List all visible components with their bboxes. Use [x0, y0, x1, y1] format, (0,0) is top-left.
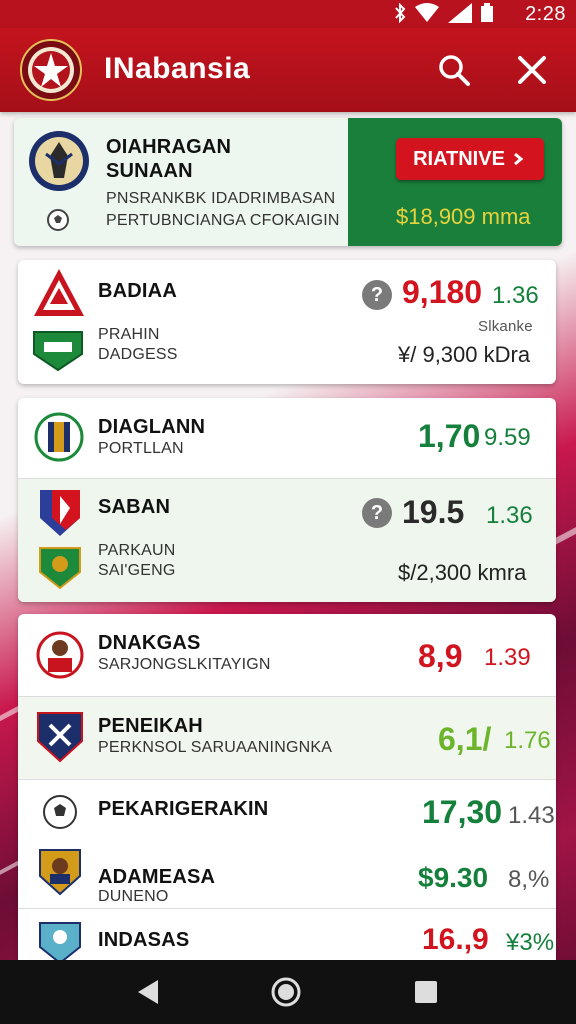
odd-main[interactable]: 6,1/	[438, 721, 491, 758]
status-bar: 2:28	[0, 0, 576, 28]
team-name: PARKAUN	[98, 542, 176, 559]
list-item[interactable]: DNAKGAS SARJONGSLKITAYIGN 8,9 1.39	[18, 614, 556, 696]
featured-prize: $18,909 mma	[396, 204, 531, 229]
odd-secondary[interactable]: 1.76	[504, 727, 551, 755]
odd-secondary[interactable]: 1.36	[486, 502, 533, 530]
question-icon[interactable]: ?	[362, 280, 392, 310]
signal-icon	[448, 3, 472, 23]
team-crest	[34, 269, 84, 316]
odd-secondary[interactable]: 1.43	[508, 802, 555, 830]
featured-desc-line2: PERTUBNCIANGA CFOKAIGIN	[106, 212, 340, 229]
app-bar: INabansia	[0, 28, 576, 112]
team-crest	[37, 712, 83, 763]
app-logo	[20, 39, 82, 101]
featured-team-line1: OIAHRAGAN	[106, 136, 232, 158]
team-crest	[33, 331, 83, 372]
navigation-bar	[0, 960, 576, 1024]
team-crest	[29, 131, 89, 191]
search-icon[interactable]	[436, 52, 472, 88]
wifi-icon	[415, 3, 439, 22]
featured-desc-line1: PNSRANKBK IDADRIMBASAN	[106, 190, 336, 207]
status-icons	[394, 3, 494, 23]
odds-list: DNAKGAS SARJONGSLKITAYIGN 8,9 1.39 PENEI…	[18, 614, 556, 974]
recents-icon[interactable]	[414, 980, 438, 1004]
row-divider	[18, 478, 556, 479]
team-subtitle: PORTLLAN	[98, 440, 184, 457]
team-crest	[39, 849, 81, 896]
odd-main[interactable]: 19.5	[402, 494, 464, 531]
market-label: Slkanke	[478, 318, 533, 335]
team-crest	[40, 490, 80, 536]
odd-secondary[interactable]: 8,%	[508, 866, 549, 894]
odd-secondary[interactable]: 9.59	[484, 424, 531, 452]
question-icon[interactable]: ?	[362, 498, 392, 528]
featured-action-panel: RIATNIVE $18,909 mma	[348, 118, 562, 246]
back-icon[interactable]	[134, 978, 162, 1006]
team-name: PENEIKAH	[98, 715, 203, 737]
featured-card[interactable]: OIAHRAGAN SUNAAN PNSRANKBK IDADRIMBASAN …	[14, 118, 562, 246]
list-item[interactable]: PENEIKAH PERKNSOL SARUAANINGNKA 6,1/ 1.7…	[18, 697, 556, 779]
featured-action-button[interactable]: RIATNIVE	[396, 138, 544, 180]
odd-main[interactable]: 17,30	[422, 794, 502, 831]
team-subtitle: DUNENO	[98, 888, 169, 905]
battery-icon	[481, 3, 493, 22]
close-icon[interactable]	[514, 52, 550, 88]
odd-main[interactable]: 9,180	[402, 274, 482, 311]
ball-icon	[43, 795, 77, 829]
team-crest	[36, 631, 84, 679]
home-icon[interactable]	[270, 976, 302, 1008]
team-subtitle: SARJONGSLKITAYIGN	[98, 656, 271, 673]
team-crest	[39, 547, 81, 590]
team-subtitle: SAI'GENG	[98, 562, 176, 579]
odd-main[interactable]: 1,70	[418, 418, 480, 455]
chevron-right-icon	[513, 152, 524, 166]
odd-main[interactable]: $9.30	[418, 862, 488, 894]
team-name: INDASAS	[98, 929, 190, 951]
team-name: PEKARIGERAKIN	[98, 798, 269, 820]
odd-main[interactable]: 8,9	[418, 638, 462, 675]
stake-amount: ¥/ 9,300 kDra	[398, 342, 531, 367]
stake-amount: $/2,300 kmra	[398, 560, 527, 585]
team-name: DIAGLANN	[98, 416, 206, 438]
team-name: SABAN	[98, 496, 171, 518]
app-title: INabansia	[104, 52, 251, 85]
odd-main[interactable]: 16.,9	[422, 923, 489, 957]
odd-secondary[interactable]: 1.39	[484, 644, 531, 672]
odd-secondary[interactable]: 1.36	[492, 282, 539, 310]
ball-icon	[47, 209, 69, 231]
team-name: BADIAA	[98, 280, 177, 302]
team-subtitle: DADGESS	[98, 346, 178, 363]
team-crest	[39, 922, 81, 965]
list-item[interactable]: PEKARIGERAKIN 17,30 1.43 ADAMEASA DUNENO…	[18, 780, 556, 908]
team-name: DNAKGAS	[98, 632, 201, 654]
team-crest	[34, 412, 84, 462]
bluetooth-icon	[395, 3, 406, 23]
featured-action-label: RIATNIVE	[413, 147, 505, 170]
team-name: ADAMEASA	[98, 866, 216, 888]
odd-secondary[interactable]: ¥3%	[506, 929, 554, 957]
team-name: PRAHIN	[98, 326, 160, 343]
team-subtitle: PERKNSOL SARUAANINGNKA	[98, 739, 333, 756]
match-card[interactable]: DIAGLANN PORTLLAN 1,70 9.59 SABAN ? 19.5…	[18, 398, 556, 602]
featured-team-line2: SUNAAN	[106, 160, 193, 182]
match-card[interactable]: BADIAA PRAHIN DADGESS ? 9,180 1.36 Slkan…	[18, 260, 556, 384]
status-time: 2:28	[525, 3, 566, 25]
